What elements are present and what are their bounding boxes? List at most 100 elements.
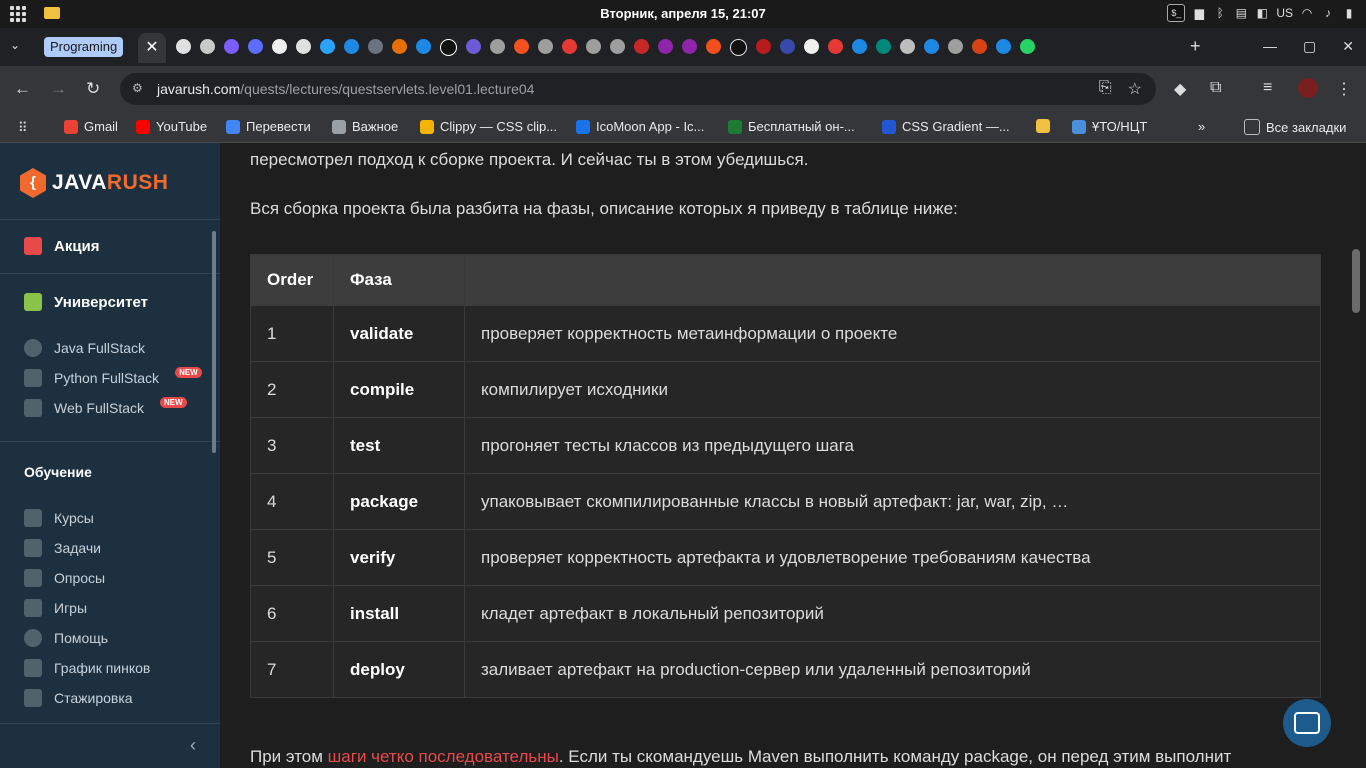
tab-favicon[interactable]	[248, 39, 263, 54]
forward-icon[interactable]: →	[50, 79, 67, 99]
bookmark-item[interactable]: ҰТО/НЦТ	[1072, 119, 1147, 134]
tab-favicon[interactable]	[730, 39, 747, 56]
extension-icon[interactable]: ◆	[1174, 79, 1186, 99]
tab-favicon[interactable]	[296, 39, 311, 54]
battery-icon[interactable]: ▮	[1342, 4, 1356, 22]
back-icon[interactable]: ←	[14, 79, 31, 99]
url-text[interactable]: javarush.com/quests/lectures/questservle…	[157, 81, 534, 97]
bookmark-item[interactable]: Бесплатный он-...	[728, 119, 855, 134]
bookmark-item[interactable]	[1036, 119, 1050, 133]
tab-favicon[interactable]	[972, 39, 987, 54]
javarush-logo[interactable]: { JAVARUSH	[20, 168, 168, 198]
sidebar-item-university[interactable]: Университет	[24, 293, 148, 311]
keyboard-layout[interactable]: US	[1276, 4, 1293, 22]
more-bookmarks-icon[interactable]: »	[1198, 119, 1205, 134]
media-control-icon[interactable]: ≡	[1263, 79, 1272, 97]
folder-tray-icon[interactable]: ▆	[1192, 4, 1206, 22]
tab-favicon[interactable]	[392, 39, 407, 54]
all-bookmarks[interactable]: Все закладки	[1244, 119, 1346, 135]
maximize-icon[interactable]: ▢	[1303, 38, 1316, 55]
description-cell: кладет артефакт в локальный репозиторий	[464, 585, 1321, 642]
collapse-sidebar-icon[interactable]: ‹	[190, 735, 196, 756]
tab-favicon[interactable]	[538, 39, 553, 54]
minimize-icon[interactable]: —	[1263, 38, 1277, 55]
sidebar-item-java-fullstack[interactable]: Java FullStack	[24, 339, 145, 357]
highlight-link[interactable]: шаги четко последовательны	[328, 747, 559, 766]
tab-favicon[interactable]	[610, 39, 625, 54]
tab-group-label[interactable]: Programing	[44, 37, 124, 57]
bookmark-item[interactable]: IcoMoon App - Ic...	[576, 119, 704, 134]
sidebar-item-web-fullstack[interactable]: Web FullStack NEW	[24, 396, 187, 417]
sidebar-item-quizzes[interactable]: Опросы	[24, 569, 105, 587]
tab-favicon[interactable]	[682, 39, 697, 54]
sidebar-item-python-fullstack[interactable]: Python FullStack NEW	[24, 366, 202, 387]
tab-favicon[interactable]	[514, 39, 529, 54]
os-clock[interactable]: Вторник, апреля 15, 21:07	[0, 6, 1366, 21]
address-bar[interactable]: ⚙ javarush.com/quests/lectures/questserv…	[120, 73, 1156, 105]
tab-favicon[interactable]	[224, 39, 239, 54]
github-icon[interactable]	[804, 39, 819, 54]
tab-favicon[interactable]	[780, 39, 795, 54]
display-icon[interactable]: ◧	[1255, 4, 1269, 22]
tab-favicon[interactable]	[490, 39, 505, 54]
tab-favicon[interactable]	[416, 39, 431, 54]
tab-favicon[interactable]	[828, 39, 843, 54]
sidebar-item-courses[interactable]: Курсы	[24, 509, 94, 527]
bookmark-item[interactable]: CSS Gradient —...	[882, 119, 1010, 134]
avatar[interactable]	[1298, 78, 1318, 98]
tab-favicon[interactable]	[562, 39, 577, 54]
tab-favicon[interactable]	[320, 39, 335, 54]
tab-favicon[interactable]	[876, 39, 891, 54]
tab-favicon[interactable]	[440, 39, 457, 56]
tab-favicon[interactable]	[176, 39, 191, 54]
github-icon[interactable]	[272, 39, 287, 54]
tab-favicon[interactable]	[900, 39, 915, 54]
bookmark-item[interactable]: Перевести	[226, 119, 311, 134]
bookmark-item[interactable]: Gmail	[64, 119, 118, 134]
volume-icon[interactable]: ♪	[1321, 4, 1335, 22]
bluetooth-icon[interactable]: ᛒ	[1213, 4, 1227, 22]
tab-favicon[interactable]	[368, 39, 383, 54]
chat-button[interactable]	[1283, 699, 1331, 747]
tab-favicon[interactable]	[852, 39, 867, 54]
reload-icon[interactable]: ↻	[86, 79, 100, 99]
extensions-puzzle-icon[interactable]: ⧉	[1210, 79, 1221, 97]
sidebar-item-tasks[interactable]: Задачи	[24, 539, 101, 557]
sidebar-item-promo[interactable]: Акция	[24, 237, 100, 255]
page-scrollbar[interactable]	[1352, 249, 1360, 313]
tab-favicon[interactable]	[200, 39, 215, 54]
tab-favicon[interactable]	[756, 39, 771, 54]
site-info-icon[interactable]: ⚙	[132, 81, 146, 95]
figma-icon[interactable]	[706, 39, 721, 54]
bookmark-item[interactable]: Clippy — CSS clip...	[420, 119, 557, 134]
sidebar-scrollbar[interactable]	[212, 231, 216, 453]
sidebar-item-help[interactable]: Помощь	[24, 629, 108, 647]
tab-favicon[interactable]	[996, 39, 1011, 54]
menu-icon[interactable]: ⋮	[1336, 79, 1352, 99]
active-tab-close-icon[interactable]: ✕	[138, 33, 166, 63]
install-app-icon[interactable]: ⎘	[1099, 79, 1112, 99]
tab-favicon[interactable]	[634, 39, 649, 54]
tab-favicon[interactable]	[924, 39, 939, 54]
tab-favicon[interactable]	[658, 39, 673, 54]
sidebar-item-kick-schedule[interactable]: График пинков	[24, 659, 150, 677]
tab-favicon[interactable]	[344, 39, 359, 54]
terminal-icon[interactable]: $_	[1167, 4, 1186, 22]
whatsapp-icon[interactable]	[1020, 39, 1035, 54]
sidebar-item-label: Курсы	[54, 510, 94, 526]
sidebar-item-games[interactable]: Игры	[24, 599, 87, 617]
tab-favicon[interactable]	[948, 39, 963, 54]
wifi-icon[interactable]: ◠	[1300, 4, 1314, 22]
bookmark-label: Бесплатный он-...	[748, 119, 855, 134]
chevron-down-icon[interactable]: ⌄	[10, 38, 28, 56]
bookmark-item[interactable]: YouTube	[136, 119, 207, 134]
sidebar-item-internship[interactable]: Стажировка	[24, 689, 133, 707]
apps-grid-icon[interactable]: ⠿	[18, 120, 28, 136]
tab-favicon[interactable]	[466, 39, 481, 54]
close-window-icon[interactable]: ✕	[1342, 38, 1354, 55]
bookmark-star-icon[interactable]: ☆	[1128, 79, 1142, 99]
bookmark-item[interactable]: Важное	[332, 119, 398, 134]
tab-favicon[interactable]	[586, 39, 601, 54]
new-tab-icon[interactable]: +	[1190, 36, 1201, 57]
clipboard-icon[interactable]: ▤	[1234, 4, 1248, 22]
